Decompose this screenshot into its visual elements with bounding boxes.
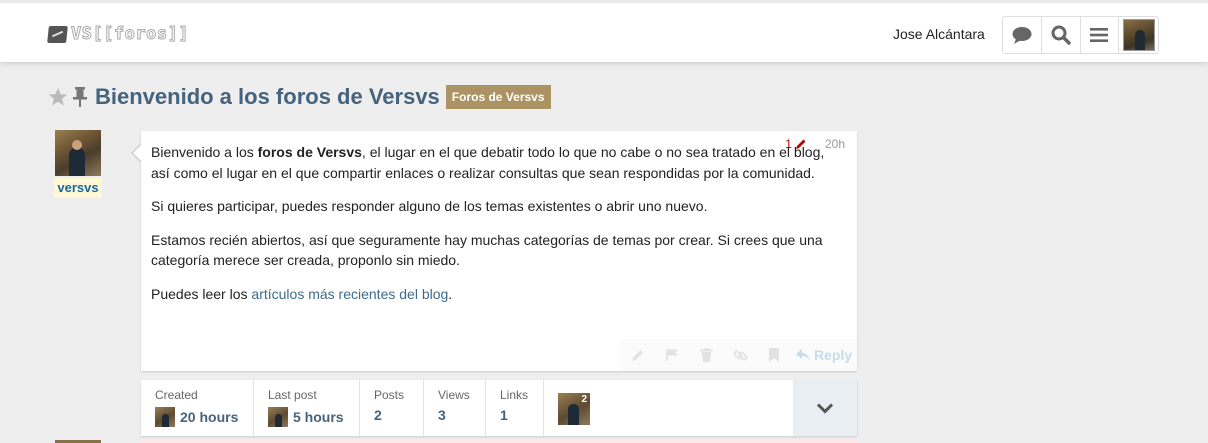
avatar <box>155 407 175 427</box>
post-body: Bienvenido a los foros de Versvs, el lug… <box>151 142 841 317</box>
last-post-label: Last post <box>268 388 317 402</box>
user-avatar <box>1122 19 1155 51</box>
chat-button[interactable] <box>1003 17 1042 53</box>
created-stat[interactable]: Created 20 hours <box>141 380 254 436</box>
posts-label: Posts <box>374 388 405 402</box>
post-paragraph: Si quieres participar, puedes responder … <box>151 198 708 214</box>
share-link-button[interactable] <box>723 339 757 371</box>
current-username[interactable]: Jose Alcántara <box>893 26 985 42</box>
link-icon <box>733 350 747 360</box>
topic-title-row: Bienvenido a los foros de Versvs Foros d… <box>48 83 551 111</box>
search-button[interactable] <box>1042 17 1081 53</box>
category-badge[interactable]: Foros de Versvs <box>445 85 551 109</box>
avatar <box>268 407 288 427</box>
views-stat: Views 3 <box>424 380 486 436</box>
views-label: Views <box>438 388 470 402</box>
post-card: 1 20h Bienvenido a los foros de Versvs, … <box>131 131 857 371</box>
bookmark-button[interactable] <box>757 339 791 371</box>
post-author-avatar[interactable] <box>55 130 101 176</box>
posters-stat: 2 <box>544 380 704 436</box>
links-value: 1 <box>500 407 508 423</box>
topic-title[interactable]: Bienvenido a los foros de Versvs <box>95 84 440 110</box>
pin-icon <box>73 87 87 107</box>
edit-button[interactable] <box>621 339 655 371</box>
search-icon <box>1051 25 1071 45</box>
pencil-icon <box>632 350 643 361</box>
links-label: Links <box>500 388 529 402</box>
post-paragraph: Estamos recién abiertos, así que seguram… <box>151 231 823 269</box>
posts-stat: Posts 2 <box>360 380 424 436</box>
post-paragraph: Puedes leer los artículos más recientes … <box>151 285 453 302</box>
site-header: VS[[foros]] Jose Alcántara <box>0 0 1208 62</box>
views-value: 3 <box>438 407 446 423</box>
posts-value: 2 <box>374 407 382 423</box>
created-label: Created <box>155 388 198 402</box>
post-author-username[interactable]: versvs <box>54 178 102 198</box>
created-value: 20 hours <box>155 407 253 427</box>
chevron-down-icon <box>817 402 833 414</box>
user-menu-button[interactable] <box>1119 17 1158 53</box>
menu-button[interactable] <box>1081 17 1120 53</box>
star-icon[interactable] <box>48 87 68 107</box>
links-stat[interactable]: Links 1 <box>486 380 544 436</box>
site-logo[interactable]: VS[[foros]] <box>47 23 190 45</box>
last-post-stat[interactable]: Last post 5 hours <box>254 380 360 436</box>
post-actions: Reply <box>621 339 857 371</box>
blog-articles-link[interactable]: artículos más recientes del blog <box>251 286 448 302</box>
flag-icon <box>666 349 678 361</box>
logo-mark-icon <box>47 25 68 43</box>
trash-icon <box>700 348 712 362</box>
reply-button[interactable]: Reply <box>791 339 857 371</box>
header-icon-group <box>1002 16 1159 54</box>
delete-button[interactable] <box>689 339 723 371</box>
reply-arrow-icon <box>795 349 810 361</box>
chat-bubble-icon <box>1012 27 1032 44</box>
bold-text: foros de Versvs <box>257 144 362 160</box>
post-paragraph: Bienvenido a los foros de Versvs, el lug… <box>151 144 825 181</box>
hamburger-menu-icon <box>1090 28 1109 42</box>
topic-map: Created 20 hours Last post 5 hours Posts… <box>141 380 857 436</box>
expand-topic-map-button[interactable] <box>793 380 857 436</box>
bookmark-icon <box>769 348 779 362</box>
logo-text: VS[[foros]] <box>70 24 190 45</box>
flag-button[interactable] <box>655 339 689 371</box>
last-post-value: 5 hours <box>268 407 359 427</box>
poster-post-count: 2 <box>581 394 587 405</box>
poster-avatar[interactable]: 2 <box>558 393 590 425</box>
reply-label: Reply <box>813 347 853 363</box>
